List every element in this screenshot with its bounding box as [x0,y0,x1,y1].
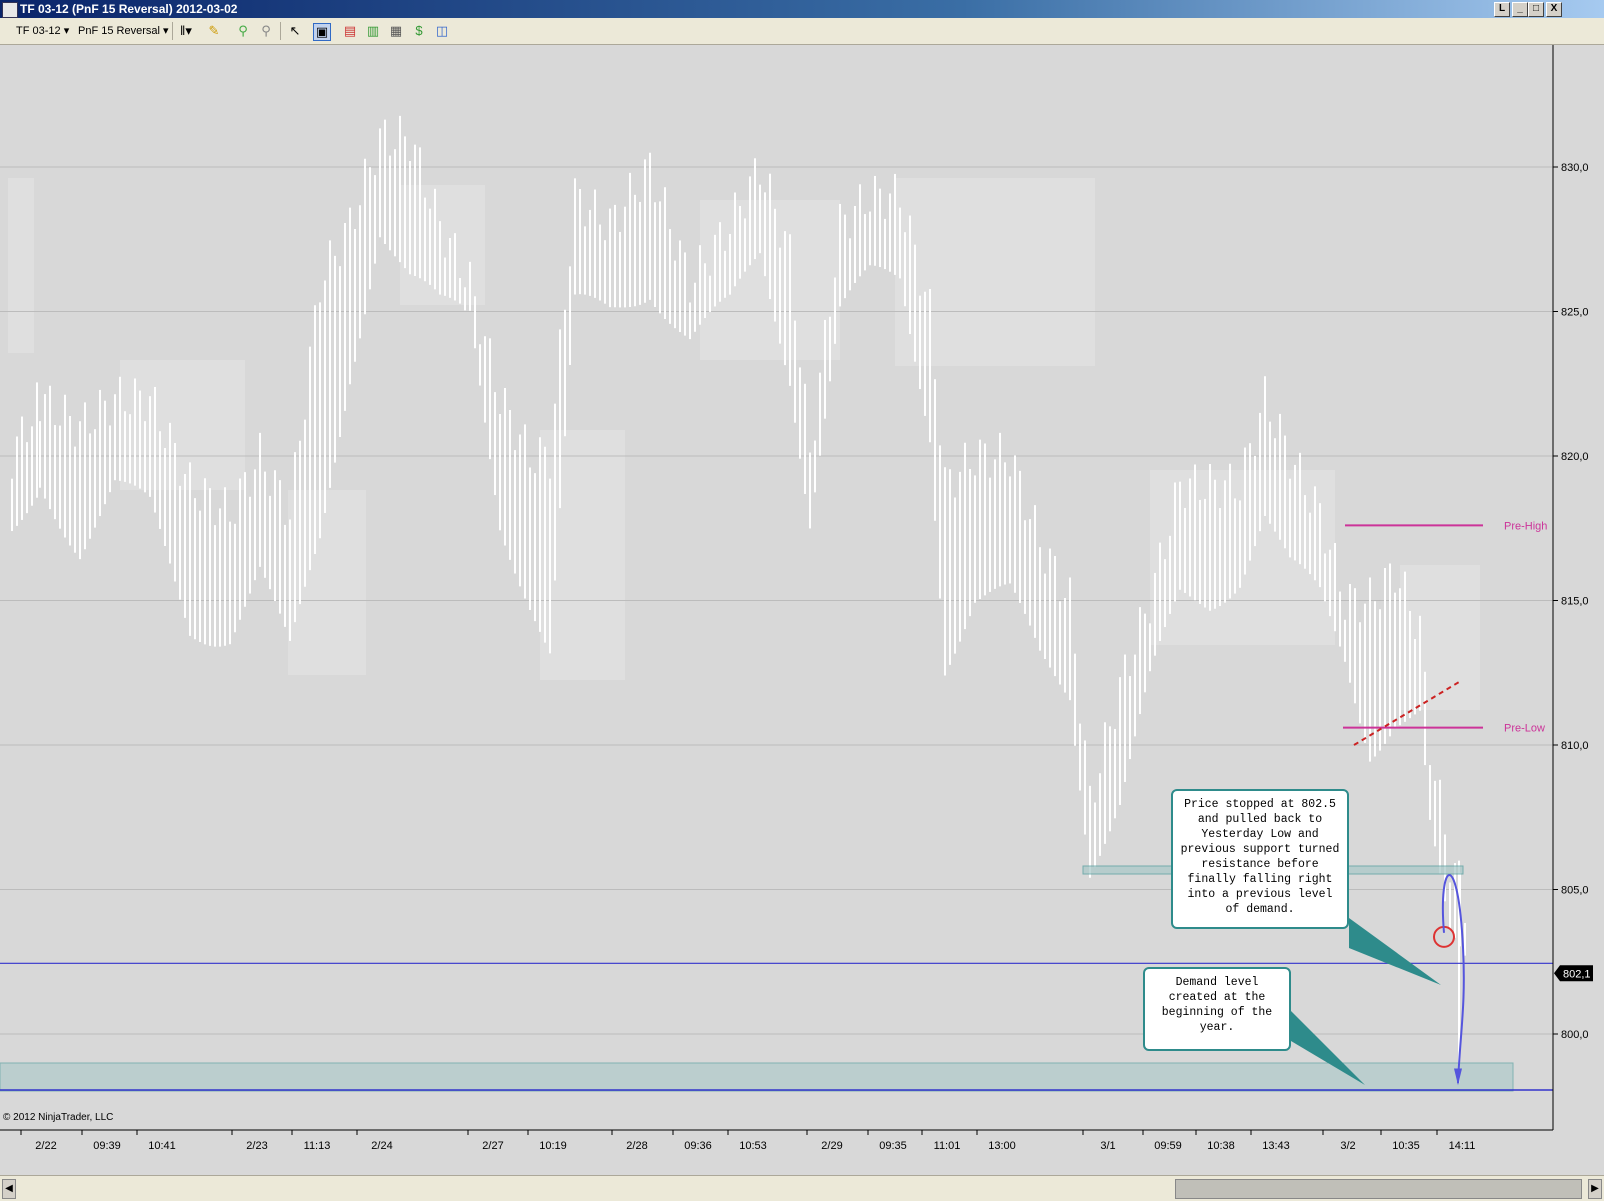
time-label: 09:35 [879,1140,907,1152]
background-zone [120,360,245,490]
pencil-icon[interactable]: ✎ [206,23,222,39]
time-label: 10:53 [739,1140,767,1152]
time-label: 2/29 [821,1140,842,1152]
background-zone [8,178,34,353]
annotation-callout-price-stopped[interactable]: Price stopped at 802.5 and pulled back t… [1171,789,1349,929]
time-label: 3/1 [1100,1140,1115,1152]
chart-panel[interactable]: Pre-High Pre-Low 830,0 825,0 820,0 815,0 810,… [0,45,1604,1200]
time-label: 10:38 [1207,1140,1235,1152]
time-label: 2/24 [371,1140,392,1152]
time-label: 13:43 [1262,1140,1290,1152]
price-label: 820,0 [1561,451,1589,463]
scroll-right-icon[interactable]: ▶ [1588,1179,1602,1199]
zoom-in-icon[interactable]: ⚲ [235,23,251,39]
scroll-thumb[interactable] [1175,1179,1582,1199]
price-label: 805,0 [1561,885,1589,897]
chart-toolbar: TF 03-12 ▾ PnF 15 Reversal ▾ ‖▾ ✎ ⚲ ⚲ ↖ … [0,18,1604,45]
pre-high-label: Pre-High [1504,520,1547,532]
chevron-down-icon: ▾ [63,25,70,37]
price-label: 825,0 [1561,307,1589,319]
time-label: 13:00 [988,1140,1016,1152]
period-label: PnF 15 Reversal [78,25,160,37]
time-label: 14:11 [1449,1140,1476,1152]
price-label: 810,0 [1561,740,1589,752]
crosshair-icon[interactable]: ▣ [313,23,331,41]
chevron-down-icon: ▾ [163,25,169,37]
price-label: 830,0 [1561,162,1589,174]
window-lock-button[interactable]: L [1494,2,1510,17]
chart-properties-icon[interactable]: ▦ [388,23,404,39]
window-layout-icon[interactable]: ◫ [434,23,450,39]
time-label: 10:19 [539,1140,567,1152]
background-zone [1400,565,1480,710]
time-label: 09:39 [93,1140,121,1152]
price-chart[interactable]: Pre-High Pre-Low 830,0 825,0 820,0 815,0 810,… [0,45,1604,1175]
callout-line: finally falling right [1187,873,1333,886]
time-label: 3/2 [1340,1140,1355,1152]
period-selector[interactable]: PnF 15 Reversal ▾ [78,22,169,40]
callout-line: Price stopped at 802.5 [1184,798,1336,811]
time-label: 10:35 [1392,1140,1420,1152]
callout-line: beginning of the [1161,1006,1273,1019]
callout-line: into a previous level [1187,888,1333,901]
bar-style-icon[interactable]: ‖▾ [178,23,194,39]
demand-zone [0,1062,1514,1092]
time-label: 11:01 [934,1140,961,1152]
app-icon [2,2,18,18]
time-label: 10:41 [148,1140,176,1152]
callout-pointer [1349,918,1441,985]
instrument-label: TF 03-12 [16,25,61,37]
price-label: 800,0 [1561,1029,1589,1041]
cursor-icon[interactable]: ↖ [287,23,303,39]
annotation-callout-demand-level[interactable]: Demand level created at the beginning of… [1143,967,1291,1051]
toolbar-separator [280,22,281,40]
price-label: 815,0 [1561,596,1589,608]
window-title: TF 03-12 (PnF 15 Reversal) 2012-03-02 [20,2,238,16]
callout-line: resistance before [1201,858,1319,871]
background-zone [540,430,625,680]
callout-line: of demand. [1225,903,1295,916]
callout-line: created at the [1168,991,1266,1004]
time-label: 2/28 [626,1140,647,1152]
dollar-icon[interactable]: $ [411,23,427,39]
callout-line: previous support turned [1180,843,1340,856]
callout-line: and pulled back to [1197,813,1323,826]
indicator-icon[interactable]: ▥ [365,23,381,39]
current-price-label: 802,1 [1563,968,1591,980]
time-label: 09:59 [1154,1140,1182,1152]
pre-low-label: Pre-Low [1504,723,1545,735]
window-titlebar: TF 03-12 (PnF 15 Reversal) 2012-03-02 L … [0,0,1604,18]
horizontal-scrollbar[interactable]: ◀ ▶ [0,1175,1604,1201]
time-label: 09:36 [684,1140,712,1152]
strategy-icon[interactable]: ▤ [342,23,358,39]
restore-button[interactable]: □ [1528,2,1544,17]
time-label: 11:13 [304,1140,331,1152]
background-zone [1150,470,1335,645]
background-zone [400,185,485,305]
callout-line: year. [1199,1021,1235,1034]
time-label: 2/23 [246,1140,267,1152]
close-button[interactable]: X [1546,2,1562,17]
minimize-button[interactable]: _ [1512,2,1528,17]
copyright-text: © 2012 NinjaTrader, LLC [3,1112,113,1123]
zoom-out-icon[interactable]: ⚲ [258,23,274,39]
callout-line: Demand level [1175,976,1259,989]
callout-line: Yesterday Low and [1201,828,1319,841]
toolbar-separator [172,22,173,40]
time-label: 2/22 [35,1140,56,1152]
scroll-left-icon[interactable]: ◀ [2,1179,16,1199]
instrument-selector[interactable]: TF 03-12 ▾ [16,22,69,40]
time-label: 2/27 [482,1140,503,1152]
price-axis-panel [1553,45,1604,1175]
